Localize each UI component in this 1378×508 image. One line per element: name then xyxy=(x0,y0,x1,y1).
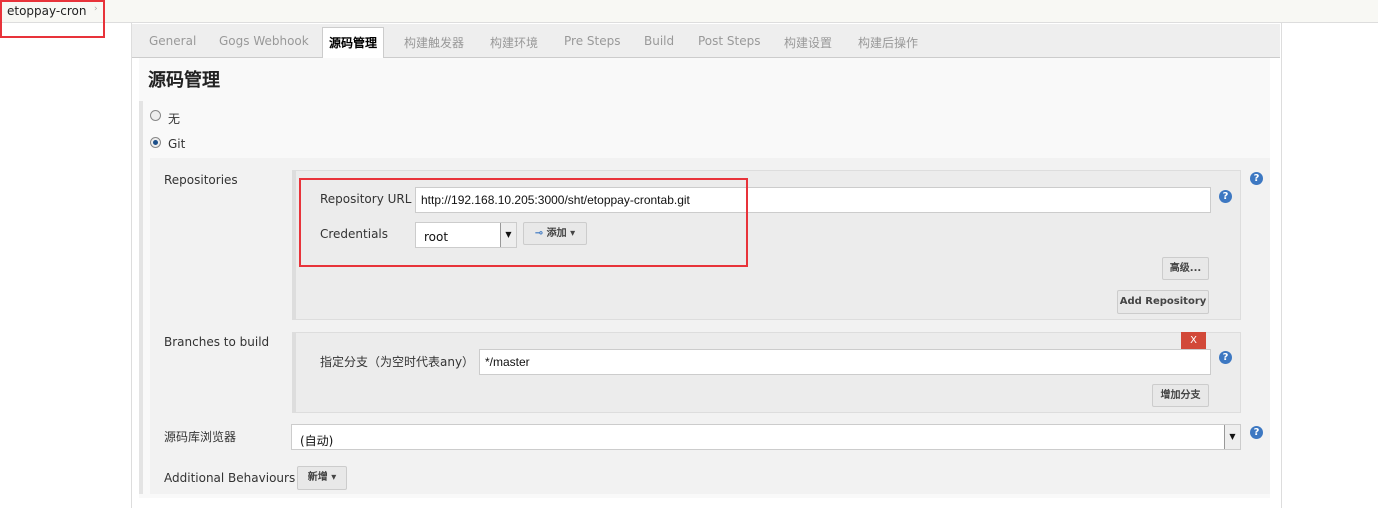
branch-specifier-label: 指定分支（为空时代表any） xyxy=(320,355,475,369)
help-icon[interactable]: ? xyxy=(1250,426,1263,439)
add-branch-button[interactable]: 增加分支 xyxy=(1152,384,1209,407)
scm-git-label: Git xyxy=(168,137,186,151)
chevron-down-icon: ▾ xyxy=(331,472,337,483)
scm-none-radio[interactable] xyxy=(150,110,161,121)
add-behaviour-button[interactable]: 新增 ▾ xyxy=(297,466,347,490)
highlight-box xyxy=(299,178,748,267)
tab-build-settings[interactable]: 构建设置 xyxy=(784,34,832,51)
tab-triggers[interactable]: 构建触发器 xyxy=(404,34,464,51)
tab-gogs-webhook[interactable]: Gogs Webhook xyxy=(219,34,309,48)
section-title: 源码管理 xyxy=(148,70,220,91)
scm-git-radio[interactable] xyxy=(150,137,161,148)
repo-browser-select[interactable]: (自动) ▼ xyxy=(291,424,1241,450)
branch-specifier-input[interactable] xyxy=(479,349,1211,375)
add-repository-button[interactable]: Add Repository xyxy=(1117,290,1209,314)
branches-label: Branches to build xyxy=(164,335,270,349)
additional-behaviours-label: Additional Behaviours xyxy=(164,471,296,485)
tab-pre-steps[interactable]: Pre Steps xyxy=(564,34,620,48)
tab-environment[interactable]: 构建环境 xyxy=(490,34,538,51)
add-behaviour-label: 新增 xyxy=(307,472,328,483)
help-icon[interactable]: ? xyxy=(1219,190,1232,203)
top-bar xyxy=(0,0,1378,23)
help-icon[interactable]: ? xyxy=(1250,172,1263,185)
tab-general[interactable]: General xyxy=(149,34,196,48)
tab-post-steps[interactable]: Post Steps xyxy=(698,34,761,48)
tab-post-build[interactable]: 构建后操作 xyxy=(858,34,918,51)
tab-scm[interactable]: 源码管理 xyxy=(322,27,385,58)
section-bar xyxy=(139,101,143,494)
tab-build[interactable]: Build xyxy=(644,34,674,48)
repo-browser-value: (自动) xyxy=(300,434,334,448)
delete-branch-button[interactable]: X xyxy=(1181,332,1206,349)
chevron-down-icon: ▼ xyxy=(1224,425,1240,449)
scm-none-label: 无 xyxy=(168,112,181,126)
repositories-label: Repositories xyxy=(164,173,238,187)
repo-browser-label: 源码库浏览器 xyxy=(164,430,237,444)
highlight-box xyxy=(0,0,105,38)
advanced-button[interactable]: 高级... xyxy=(1162,257,1209,280)
help-icon[interactable]: ? xyxy=(1219,351,1232,364)
